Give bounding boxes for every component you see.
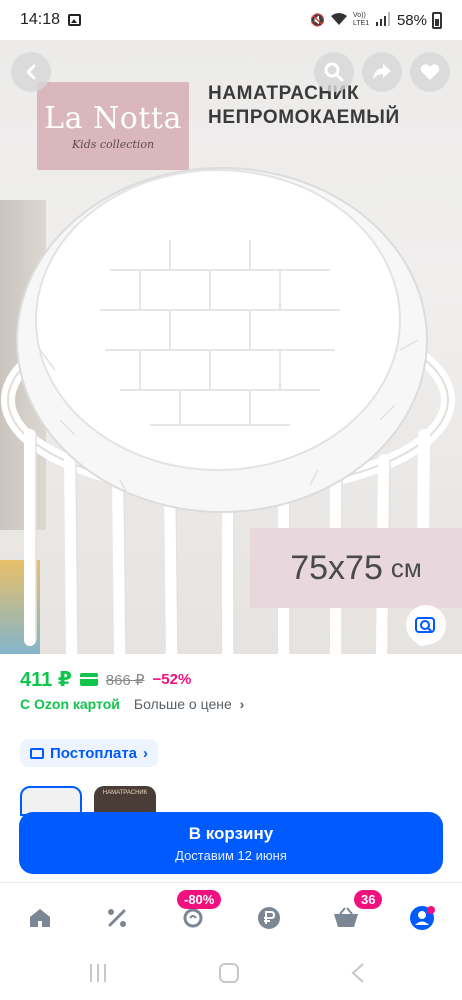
search-icon bbox=[324, 62, 344, 82]
postpay-label: Постоплата bbox=[50, 744, 138, 762]
photo-search-button[interactable] bbox=[406, 605, 446, 645]
share-button[interactable] bbox=[362, 52, 402, 92]
headline-line-2: НЕПРОМОКАЕМЫЙ bbox=[208, 107, 400, 128]
search-button[interactable] bbox=[314, 52, 354, 92]
discount-badge: −52% bbox=[152, 671, 192, 688]
brand-logo: La Notta Kids collection bbox=[37, 82, 189, 170]
price-row: 411 ₽ 866 ₽ −52% bbox=[20, 667, 191, 692]
current-price: 411 ₽ bbox=[20, 669, 72, 691]
tab-profile[interactable] bbox=[400, 898, 444, 938]
status-time: 14:18 bbox=[20, 11, 61, 28]
brand-name: La Notta bbox=[44, 101, 182, 136]
tab-discounts[interactable] bbox=[95, 898, 139, 938]
size-value: 75x75 bbox=[290, 548, 383, 587]
profile-icon bbox=[410, 906, 435, 930]
home-system-button[interactable] bbox=[218, 962, 240, 984]
home-square-icon bbox=[219, 963, 239, 983]
recent-apps-button[interactable] bbox=[88, 962, 108, 984]
signal-icon bbox=[375, 11, 392, 29]
recent-apps-icon bbox=[90, 964, 106, 982]
wallet-icon bbox=[30, 747, 44, 759]
home-icon bbox=[30, 909, 50, 927]
percent-icon bbox=[108, 909, 126, 927]
back-chevron-icon bbox=[351, 963, 364, 983]
brand-subtitle: Kids collection bbox=[71, 138, 155, 151]
ozon-card-row[interactable]: С Ozon картой Больше о цене › bbox=[20, 696, 244, 712]
chevron-right-icon: › bbox=[143, 744, 149, 762]
favorite-button[interactable] bbox=[410, 52, 450, 92]
product-image[interactable]: La Notta Kids collection НАМАТРАСНИК НЕП… bbox=[0, 40, 462, 654]
more-about-price-label: Больше о цене bbox=[133, 696, 232, 712]
battery-icon bbox=[432, 11, 442, 29]
tab-finance[interactable] bbox=[247, 898, 291, 938]
gallery-notification-icon bbox=[68, 14, 82, 26]
more-about-price-link[interactable]: Больше о цене › bbox=[134, 696, 244, 712]
add-to-cart-button[interactable]: В корзину Доставим 12 июня bbox=[19, 812, 443, 874]
ozon-card-icon bbox=[79, 673, 98, 686]
image-search-icon bbox=[415, 617, 435, 633]
chevron-right-icon: › bbox=[239, 696, 245, 712]
tabbar-divider bbox=[0, 882, 462, 883]
network-label: Vo)) LTE1 bbox=[352, 12, 370, 27]
tab-cart[interactable]: 36 bbox=[324, 890, 383, 938]
fresh-badge: -80% bbox=[177, 890, 222, 909]
postpay-chip[interactable]: Постоплата › bbox=[20, 739, 159, 767]
back-system-button[interactable] bbox=[350, 962, 366, 984]
battery-percent: 58% bbox=[396, 11, 427, 29]
bottom-tab-bar: -80% 36 bbox=[0, 884, 462, 950]
mute-icon: 🔇 bbox=[310, 13, 325, 27]
product-screen: 14:18 🔇 Vo)) LTE1 58% La Notta Kids coll… bbox=[0, 0, 462, 1000]
size-unit: см bbox=[390, 552, 422, 583]
delivery-date: Доставим 12 июня bbox=[175, 847, 287, 863]
ruble-icon bbox=[258, 907, 280, 929]
thumbnail-2-text: НАМАТРАСНИК bbox=[102, 790, 148, 796]
wifi-icon bbox=[330, 12, 348, 29]
status-bar: 14:18 🔇 Vo)) LTE1 58% bbox=[0, 0, 462, 40]
share-icon bbox=[373, 64, 391, 80]
heart-icon bbox=[420, 64, 440, 80]
ozon-card-label: С Ozon картой bbox=[20, 696, 120, 712]
status-right: 🔇 Vo)) LTE1 58% bbox=[310, 11, 442, 29]
cart-icon bbox=[334, 907, 358, 927]
tab-home[interactable] bbox=[18, 898, 62, 938]
cart-count-badge: 36 bbox=[354, 890, 383, 909]
old-price: 866 ₽ bbox=[105, 671, 145, 689]
size-badge: 75x75 см bbox=[250, 528, 462, 608]
back-button[interactable] bbox=[11, 52, 51, 92]
cart-button-title: В корзину bbox=[188, 823, 274, 843]
system-nav-bar bbox=[0, 950, 462, 1000]
tab-fresh[interactable]: -80% bbox=[171, 890, 222, 938]
fresh-icon bbox=[183, 908, 203, 928]
chevron-left-icon bbox=[26, 64, 36, 80]
